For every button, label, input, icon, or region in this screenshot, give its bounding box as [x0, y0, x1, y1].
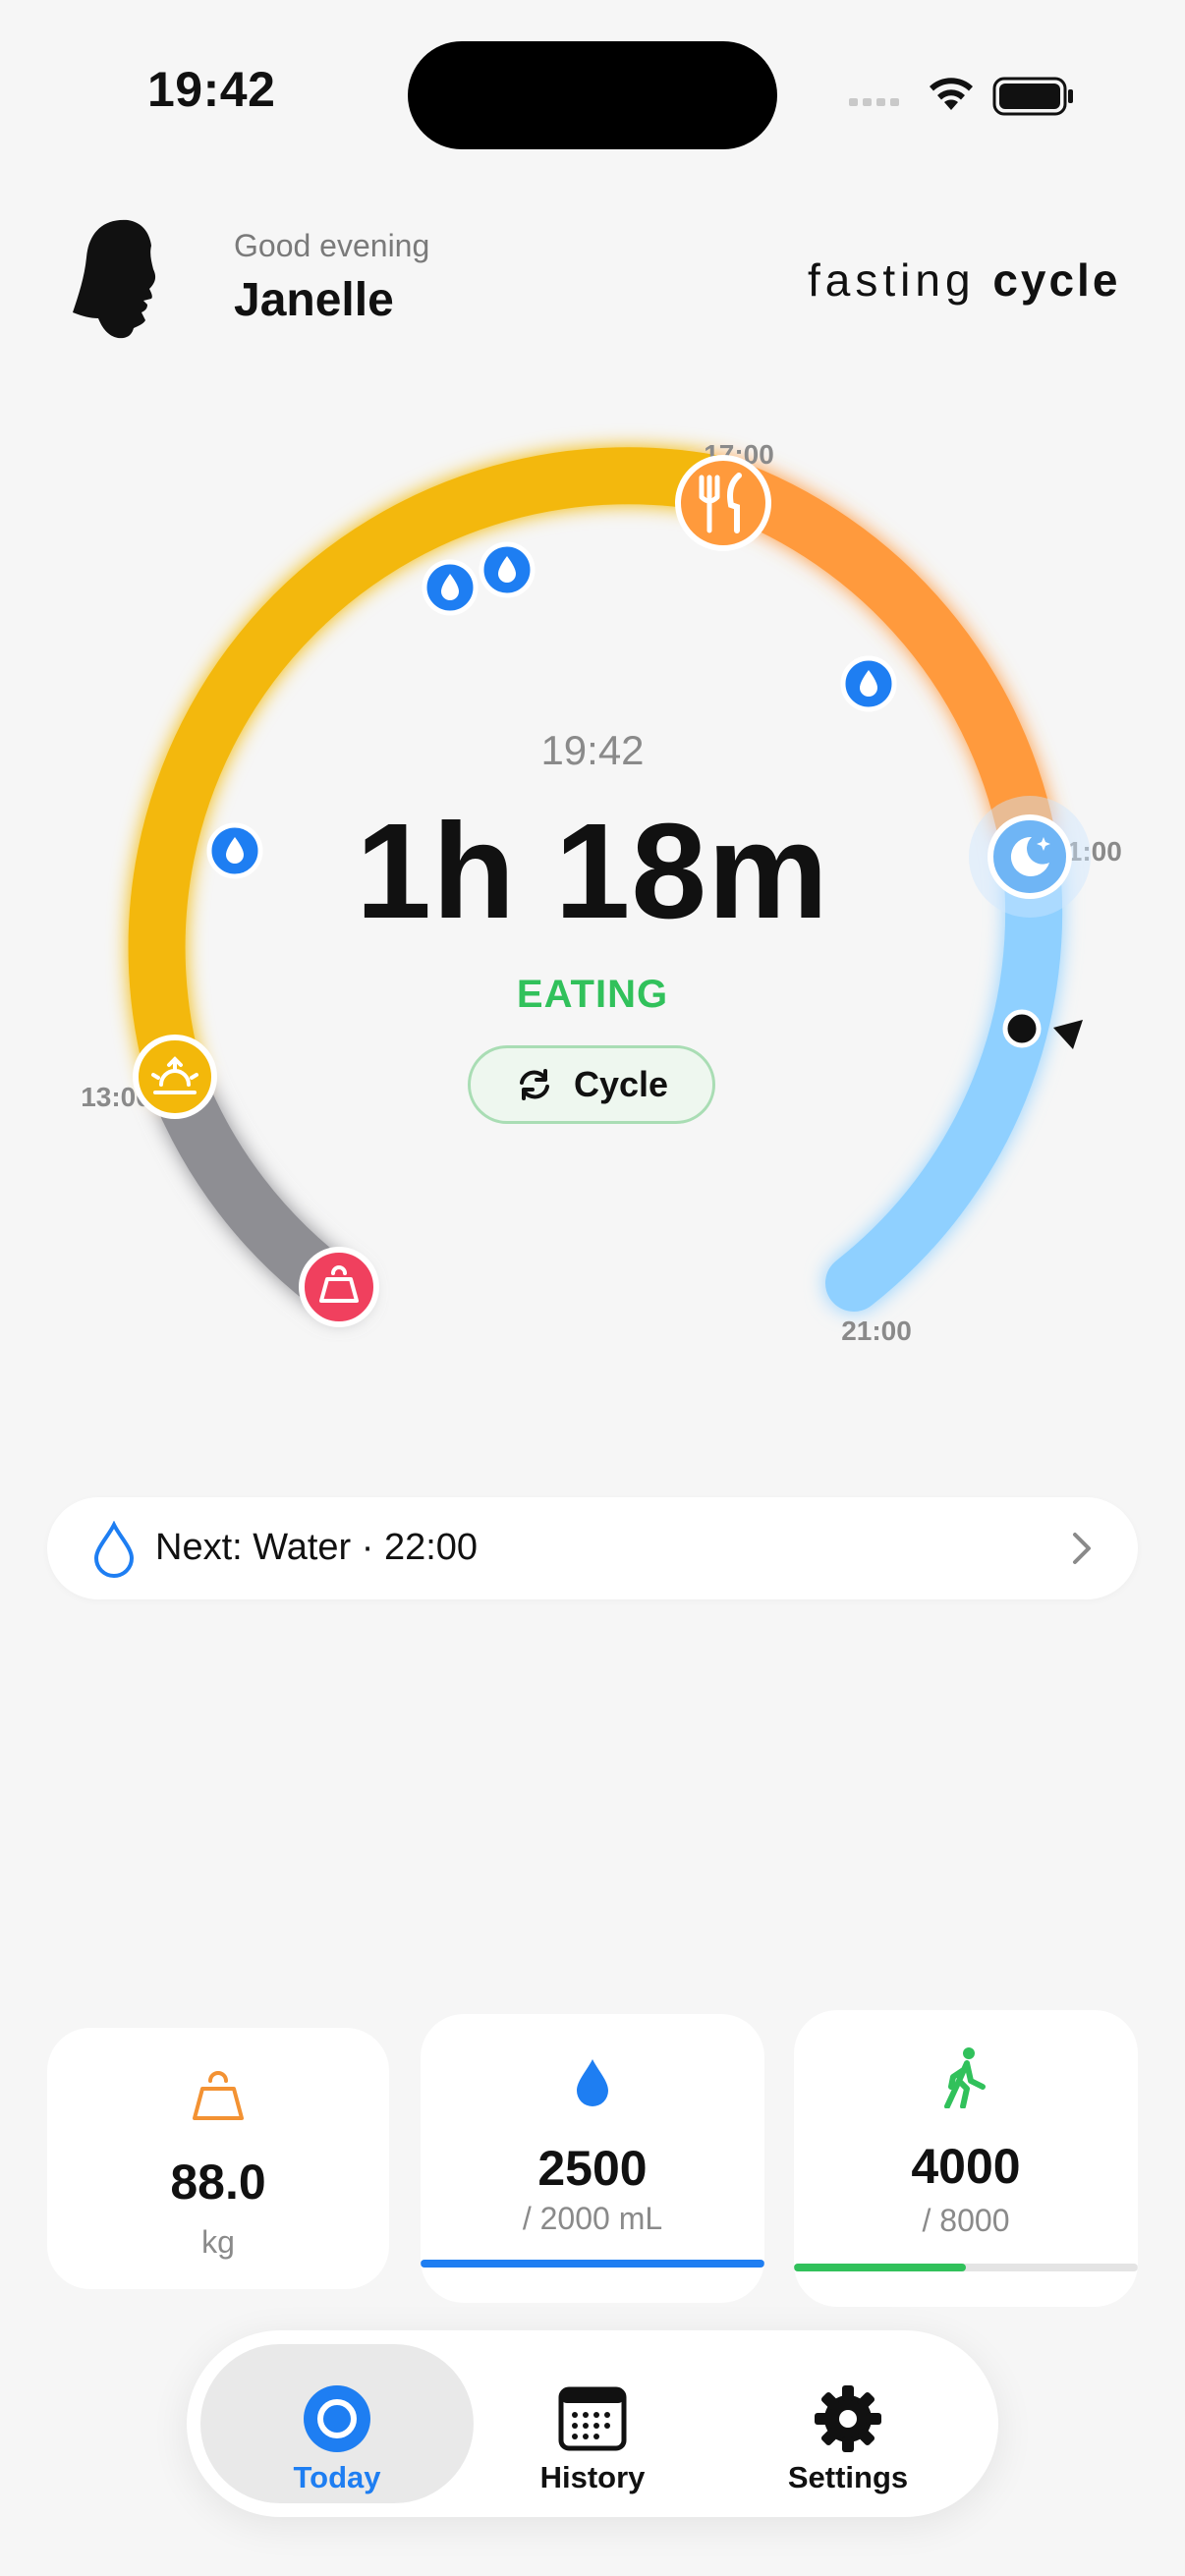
avatar[interactable]: [69, 214, 187, 342]
steps-card[interactable]: 4000 / 8000: [794, 2010, 1138, 2307]
water-drop-icon[interactable]: [840, 655, 897, 712]
current-time: 19:42: [540, 727, 645, 773]
chevron-right-icon: [1073, 1533, 1091, 1564]
weight-icon: [193, 2071, 244, 2120]
water-target: / 2000 mL: [522, 2201, 663, 2236]
walking-icon: [944, 2047, 986, 2108]
sunrise-icon[interactable]: [133, 1035, 217, 1119]
steps-target: / 8000: [922, 2203, 1010, 2238]
user-name: Janelle: [234, 274, 394, 326]
gear-icon: [815, 2385, 881, 2452]
status-icons: [849, 77, 1073, 116]
water-progress-bar: [421, 2260, 764, 2268]
weight-unit: kg: [201, 2224, 235, 2260]
water-drop-icon[interactable]: [206, 822, 263, 879]
water-drop-icon[interactable]: [422, 559, 479, 616]
cycle-button[interactable]: Cycle: [468, 1045, 715, 1124]
calendar-icon: [558, 2386, 627, 2451]
greeting-text: Good evening: [234, 228, 430, 263]
steps-progress-bar: [794, 2264, 966, 2271]
tab-history[interactable]: History: [456, 2344, 729, 2503]
water-progress-track: [421, 2260, 764, 2268]
elapsed-duration: 1h 18m: [356, 796, 829, 947]
moon-icon[interactable]: [969, 796, 1091, 918]
tab-settings-label: Settings: [787, 2460, 909, 2494]
water-value: 2500: [537, 2141, 648, 2196]
tab-today-label: Today: [293, 2460, 381, 2494]
weight-card[interactable]: 88.0 kg: [47, 2028, 389, 2289]
tab-settings[interactable]: Settings: [711, 2344, 985, 2503]
water-card[interactable]: 2500 / 2000 mL: [421, 2014, 764, 2303]
status-time: 19:42: [147, 62, 276, 117]
wifi-icon: [930, 78, 973, 110]
weight-icon[interactable]: [299, 1247, 379, 1327]
water-drop-icon: [93, 1521, 135, 1578]
weight-value: 88.0: [170, 2155, 266, 2210]
fasting-state: EATING: [516, 973, 669, 1016]
battery-icon: [992, 77, 1073, 116]
refresh-icon: [519, 1069, 549, 1100]
dynamic-island: [408, 41, 777, 149]
hour-label-end: 21:00: [841, 1316, 912, 1346]
steps-progress-track: [794, 2264, 1138, 2271]
water-drop-icon[interactable]: [479, 541, 536, 598]
steps-value: 4000: [911, 2139, 1021, 2194]
tab-today[interactable]: Today: [200, 2344, 474, 2503]
signal-icon: [849, 98, 899, 106]
next-reminder-label: Next: Water · 22:00: [155, 1527, 479, 1568]
brand-logo: fasting cycle: [808, 254, 1121, 306]
circle-icon: [304, 2385, 370, 2452]
fork-knife-icon[interactable]: [675, 455, 771, 551]
cycle-button-label: Cycle: [573, 1064, 669, 1104]
next-reminder-card[interactable]: Next: Water · 22:00: [47, 1497, 1138, 1599]
tab-history-label: History: [539, 2460, 646, 2494]
tab-bar: Today History Settings: [187, 2330, 998, 2517]
water-drop-icon: [577, 2059, 608, 2106]
